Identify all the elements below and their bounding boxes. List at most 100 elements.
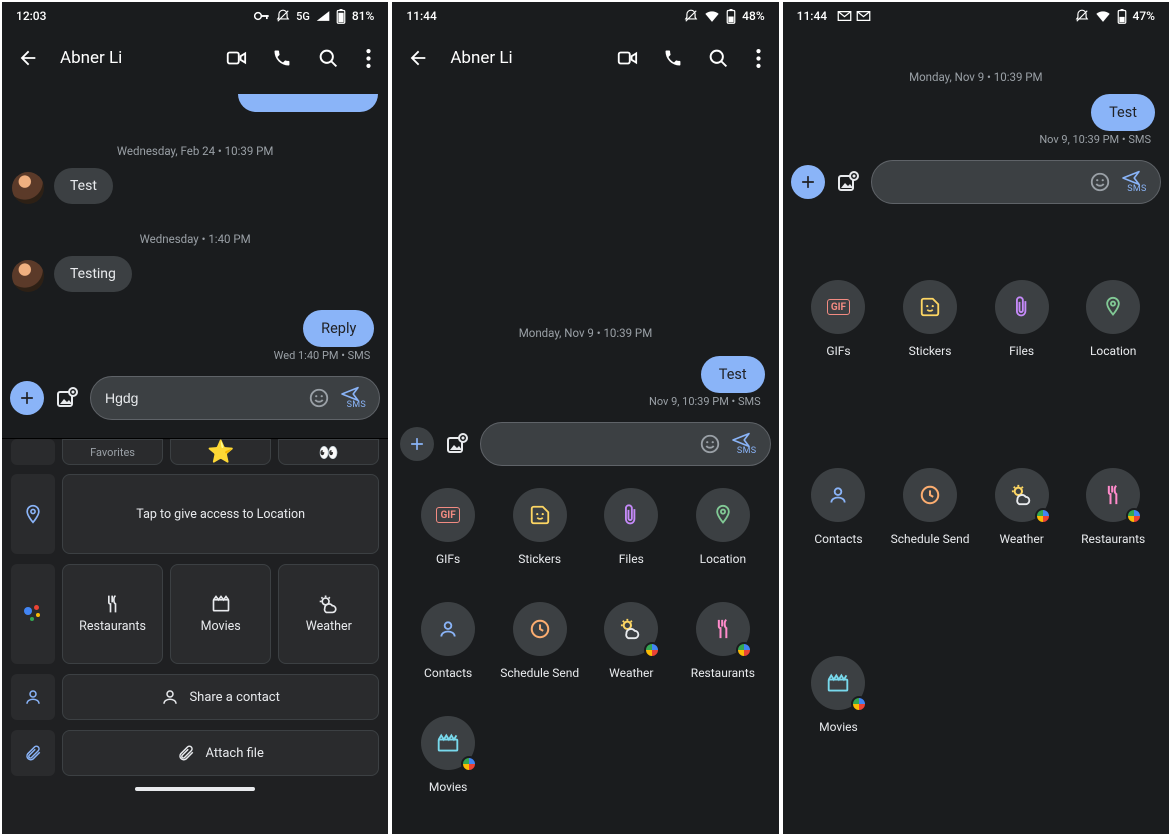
sticker-icon	[919, 296, 941, 318]
restaurants-card[interactable]: Restaurants	[62, 564, 163, 664]
back-icon[interactable]	[14, 44, 42, 72]
compose-bar: SMS	[392, 416, 778, 472]
videocall-icon[interactable]	[222, 44, 250, 72]
app-bar: Abner Li	[2, 30, 388, 86]
files-button[interactable]: Files	[585, 488, 677, 566]
clock-icon	[919, 484, 941, 506]
message-input[interactable]	[105, 390, 299, 406]
contact-name[interactable]: Abner Li	[450, 48, 594, 68]
sent-bubble[interactable]: Test	[701, 356, 765, 393]
emoji-icon[interactable]	[305, 387, 333, 409]
pin-icon	[1103, 296, 1123, 318]
attach-plus-button[interactable]	[400, 427, 434, 461]
gallery-icon[interactable]	[52, 383, 82, 413]
paperclip-icon	[622, 504, 640, 526]
contact-tab[interactable]	[11, 674, 55, 720]
schedule-button[interactable]: Schedule Send	[884, 468, 976, 546]
weather-button[interactable]: Weather	[585, 602, 677, 680]
sticker-icon	[529, 504, 551, 526]
gifs-label: GIFs	[436, 552, 460, 566]
signal-icon	[316, 10, 330, 22]
emoji-icon[interactable]	[1086, 171, 1114, 193]
search-icon[interactable]	[705, 44, 733, 72]
contacts-label: Contacts	[814, 532, 862, 546]
gifs-button[interactable]: GIF GIFs	[793, 280, 885, 358]
favorites-card[interactable]: Favorites	[62, 439, 163, 465]
schedule-button[interactable]: Schedule Send	[494, 602, 586, 680]
sent-bubble[interactable]: Reply	[303, 310, 374, 347]
gifs-button[interactable]: GIF GIFs	[402, 488, 494, 566]
back-icon[interactable]	[404, 44, 432, 72]
movies-button[interactable]: Movies	[402, 716, 494, 794]
gallery-icon[interactable]	[833, 167, 863, 197]
message-input-pill: SMS	[480, 422, 770, 466]
emoji-icon[interactable]	[696, 433, 724, 455]
send-button[interactable]: SMS	[339, 386, 373, 410]
weather-card[interactable]: Weather	[278, 564, 379, 664]
location-tab[interactable]	[11, 474, 55, 554]
emoji-tab[interactable]	[11, 439, 55, 465]
pin-icon	[713, 504, 733, 526]
send-button[interactable]: SMS	[730, 432, 764, 456]
person-icon	[828, 485, 848, 505]
person-icon	[438, 619, 458, 639]
send-button[interactable]: SMS	[1120, 170, 1154, 194]
movies-label: Movies	[429, 780, 468, 794]
weather-button[interactable]: Weather	[976, 468, 1068, 546]
received-bubble[interactable]: Testing	[54, 256, 132, 292]
location-label: Location	[700, 552, 746, 566]
battery-pct: 47%	[1133, 9, 1155, 23]
home-handle[interactable]	[135, 787, 255, 791]
cutlery-icon	[1103, 484, 1123, 506]
weather-icon	[618, 618, 644, 640]
sent-bubble[interactable]: Test	[1091, 94, 1155, 131]
call-icon[interactable]	[659, 44, 687, 72]
contacts-button[interactable]: Contacts	[793, 468, 885, 546]
clock-icon	[529, 618, 551, 640]
search-icon[interactable]	[314, 44, 342, 72]
send-label: SMS	[730, 446, 764, 456]
received-bubble[interactable]: Test	[54, 168, 113, 204]
gallery-icon[interactable]	[442, 429, 472, 459]
sticker-preview[interactable]: ⭐	[170, 439, 271, 465]
sticker-preview[interactable]: 👀	[278, 439, 379, 465]
restaurants-button[interactable]: Restaurants	[677, 602, 769, 680]
message-meta: Wed 1:40 PM • SMS	[12, 349, 378, 362]
overflow-icon[interactable]	[751, 44, 767, 72]
contact-name[interactable]: Abner Li	[60, 48, 204, 68]
overflow-icon[interactable]	[360, 44, 376, 72]
share-contact-button[interactable]: Share a contact	[62, 674, 379, 720]
restaurants-button[interactable]: Restaurants	[1067, 468, 1159, 546]
message-input[interactable]	[495, 436, 689, 452]
message-meta: Nov 9, 10:39 PM • SMS	[402, 395, 768, 408]
call-icon[interactable]	[268, 44, 296, 72]
contacts-button[interactable]: Contacts	[402, 602, 494, 680]
avatar[interactable]	[12, 260, 44, 292]
movies-card[interactable]: Movies	[170, 564, 271, 664]
message-input[interactable]	[886, 174, 1080, 190]
avatar[interactable]	[12, 172, 44, 204]
stickers-button[interactable]: Stickers	[884, 280, 976, 358]
location-access-card[interactable]: Tap to give access to Location	[62, 474, 379, 554]
gifs-label: GIFs	[826, 344, 850, 358]
gif-icon: GIF	[827, 299, 850, 315]
status-icons: 5G 81%	[254, 9, 374, 24]
location-button[interactable]: Location	[1067, 280, 1159, 358]
sent-message-row: Test	[793, 94, 1159, 131]
send-label: SMS	[339, 400, 373, 410]
restaurants-label: Restaurants	[691, 666, 755, 680]
attach-plus-button[interactable]	[10, 381, 44, 415]
movies-button[interactable]: Movies	[793, 656, 885, 734]
weather-label: Weather	[999, 532, 1043, 546]
file-tab[interactable]	[11, 730, 55, 776]
assistant-tab[interactable]	[11, 564, 55, 664]
stickers-label: Stickers	[518, 552, 561, 566]
dnd-icon	[1075, 9, 1089, 23]
files-button[interactable]: Files	[976, 280, 1068, 358]
attach-file-button[interactable]: Attach file	[62, 730, 379, 776]
videocall-icon[interactable]	[613, 44, 641, 72]
location-button[interactable]: Location	[677, 488, 769, 566]
compose-bar: SMS	[783, 154, 1169, 210]
attach-plus-button[interactable]	[791, 165, 825, 199]
stickers-button[interactable]: Stickers	[494, 488, 586, 566]
